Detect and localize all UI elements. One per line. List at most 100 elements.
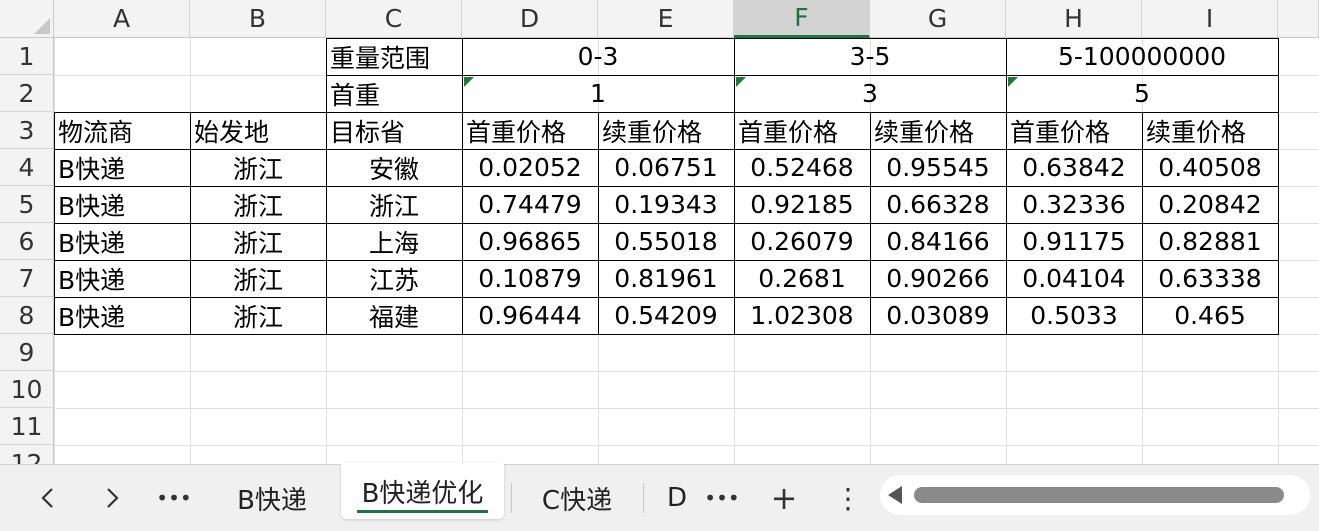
table-cell[interactable]: 0.5033 bbox=[1006, 297, 1142, 334]
table-cell[interactable]: 江苏 bbox=[326, 260, 462, 297]
table-cell[interactable]: 1.02308 bbox=[734, 297, 870, 334]
row-header-10[interactable]: 10 bbox=[0, 371, 54, 408]
cell-header-origin[interactable]: 始发地 bbox=[190, 112, 326, 149]
cell-header-first-price[interactable]: 首重价格 bbox=[462, 112, 598, 149]
table-cell[interactable]: 0.10879 bbox=[462, 260, 598, 297]
table-cell[interactable]: 0.54209 bbox=[598, 297, 734, 334]
row-header-9[interactable]: 9 bbox=[0, 334, 54, 371]
scroll-left-icon[interactable] bbox=[888, 486, 902, 504]
row-header-4[interactable]: 4 bbox=[0, 149, 54, 186]
select-all-corner[interactable] bbox=[0, 0, 54, 38]
table-cell[interactable]: 上海 bbox=[326, 223, 462, 260]
gridline-h bbox=[54, 371, 1319, 372]
table-cell[interactable]: 浙江 bbox=[190, 260, 326, 297]
table-cell[interactable]: 0.52468 bbox=[734, 149, 870, 186]
cell-first-weight-0[interactable]: 1 bbox=[462, 75, 734, 112]
table-cell[interactable]: 0.96444 bbox=[462, 297, 598, 334]
table-cell[interactable]: 0.55018 bbox=[598, 223, 734, 260]
column-header-g[interactable]: G bbox=[870, 0, 1006, 38]
tab-b-express-optimized[interactable]: B快递优化 bbox=[341, 463, 504, 519]
table-cell[interactable]: 0.84166 bbox=[870, 223, 1006, 260]
row-header-6[interactable]: 6 bbox=[0, 223, 54, 260]
table-cell[interactable]: 浙江 bbox=[190, 186, 326, 223]
scrollbar-thumb[interactable] bbox=[914, 487, 1284, 503]
table-cell[interactable]: 0.63338 bbox=[1142, 260, 1278, 297]
column-header-e[interactable]: E bbox=[598, 0, 734, 38]
cell-header-extra-price[interactable]: 续重价格 bbox=[870, 112, 1006, 149]
table-cell[interactable]: 0.66328 bbox=[870, 186, 1006, 223]
table-cell[interactable]: B快递 bbox=[54, 223, 190, 260]
column-header-d[interactable]: D bbox=[462, 0, 598, 38]
more-tabs-button[interactable]: ••• bbox=[700, 465, 744, 531]
cell-header-carrier[interactable]: 物流商 bbox=[54, 112, 190, 149]
row-header-2[interactable]: 2 bbox=[0, 75, 54, 112]
tab-d[interactable]: D bbox=[654, 465, 700, 531]
table-cell[interactable]: 0.63842 bbox=[1006, 149, 1142, 186]
row-header-7[interactable]: 7 bbox=[0, 260, 54, 297]
row-header-1[interactable]: 1 bbox=[0, 38, 54, 75]
cell-header-first-price[interactable]: 首重价格 bbox=[734, 112, 870, 149]
row-header-5[interactable]: 5 bbox=[0, 186, 54, 223]
table-cell[interactable]: 0.82881 bbox=[1142, 223, 1278, 260]
cell-header-extra-price[interactable]: 续重价格 bbox=[1142, 112, 1278, 149]
table-cell[interactable]: B快递 bbox=[54, 149, 190, 186]
table-cell[interactable]: 0.32336 bbox=[1006, 186, 1142, 223]
table-cell[interactable]: 浙江 bbox=[190, 223, 326, 260]
table-cell[interactable]: B快递 bbox=[54, 297, 190, 334]
row-header-3[interactable]: 3 bbox=[0, 112, 54, 149]
table-cell[interactable]: B快递 bbox=[54, 186, 190, 223]
cell-first-weight-2[interactable]: 5 bbox=[1006, 75, 1278, 112]
table-cell[interactable]: 0.92185 bbox=[734, 186, 870, 223]
table-cell[interactable]: 0.03089 bbox=[870, 297, 1006, 334]
tab-c-express[interactable]: C快递 bbox=[518, 465, 636, 531]
table-cell[interactable]: 0.19343 bbox=[598, 186, 734, 223]
column-header-a[interactable]: A bbox=[54, 0, 190, 38]
cell-header-destination[interactable]: 目标省 bbox=[326, 112, 462, 149]
column-header-h[interactable]: H bbox=[1006, 0, 1142, 38]
table-cell[interactable]: 0.74479 bbox=[462, 186, 598, 223]
table-cell[interactable]: 福建 bbox=[326, 297, 462, 334]
cell-range-1[interactable]: 3-5 bbox=[734, 38, 1006, 75]
table-cell[interactable]: 0.40508 bbox=[1142, 149, 1278, 186]
row-header-12[interactable]: 12 bbox=[0, 445, 54, 464]
column-header-b[interactable]: B bbox=[190, 0, 326, 38]
table-cell[interactable]: 0.20842 bbox=[1142, 186, 1278, 223]
cell-header-first-price[interactable]: 首重价格 bbox=[1006, 112, 1142, 149]
cell-border bbox=[54, 149, 1279, 150]
sheet-menu-button[interactable]: ⋮ bbox=[830, 465, 866, 531]
table-cell[interactable]: 0.81961 bbox=[598, 260, 734, 297]
horizontal-scrollbar[interactable] bbox=[880, 475, 1310, 515]
cell-range-0[interactable]: 0-3 bbox=[462, 38, 734, 75]
table-cell[interactable]: 0.465 bbox=[1142, 297, 1278, 334]
table-cell[interactable]: 0.2681 bbox=[734, 260, 870, 297]
tab-b-express[interactable]: B快递 bbox=[210, 465, 334, 531]
column-header-c[interactable]: C bbox=[326, 0, 462, 38]
cell-first-weight-1[interactable]: 3 bbox=[734, 75, 1006, 112]
table-cell[interactable]: 0.90266 bbox=[870, 260, 1006, 297]
cell-weight-range-label[interactable]: 重量范围 bbox=[326, 38, 462, 75]
table-cell[interactable]: 0.91175 bbox=[1006, 223, 1142, 260]
spreadsheet-grid[interactable]: A B C D E F G H I 1 2 3 4 5 6 7 8 9 10 11 12 重量范围 首重 0-3 1 3-5 3 5-… bbox=[0, 0, 1319, 464]
table-cell[interactable]: 0.04104 bbox=[1006, 260, 1142, 297]
row-header-11[interactable]: 11 bbox=[0, 408, 54, 445]
row-header-8[interactable]: 8 bbox=[0, 297, 54, 334]
table-cell[interactable]: 浙江 bbox=[190, 297, 326, 334]
table-cell[interactable]: 0.02052 bbox=[462, 149, 598, 186]
cell-first-weight-label[interactable]: 首重 bbox=[326, 75, 462, 112]
table-cell[interactable]: 安徽 bbox=[326, 149, 462, 186]
table-cell[interactable]: 0.26079 bbox=[734, 223, 870, 260]
table-cell[interactable]: 浙江 bbox=[326, 186, 462, 223]
cell-header-extra-price[interactable]: 续重价格 bbox=[598, 112, 734, 149]
column-header-i[interactable]: I bbox=[1142, 0, 1278, 38]
table-cell[interactable]: B快递 bbox=[54, 260, 190, 297]
table-cell[interactable]: 0.96865 bbox=[462, 223, 598, 260]
chevron-left-icon[interactable] bbox=[28, 465, 68, 531]
more-sheets-button[interactable]: ••• bbox=[152, 465, 196, 531]
add-sheet-button[interactable]: + bbox=[762, 465, 806, 531]
column-header-f[interactable]: F bbox=[734, 0, 870, 38]
table-cell[interactable]: 浙江 bbox=[190, 149, 326, 186]
cell-range-2[interactable]: 5-100000000 bbox=[1006, 38, 1278, 75]
table-cell[interactable]: 0.06751 bbox=[598, 149, 734, 186]
chevron-right-icon[interactable] bbox=[92, 465, 132, 531]
table-cell[interactable]: 0.95545 bbox=[870, 149, 1006, 186]
